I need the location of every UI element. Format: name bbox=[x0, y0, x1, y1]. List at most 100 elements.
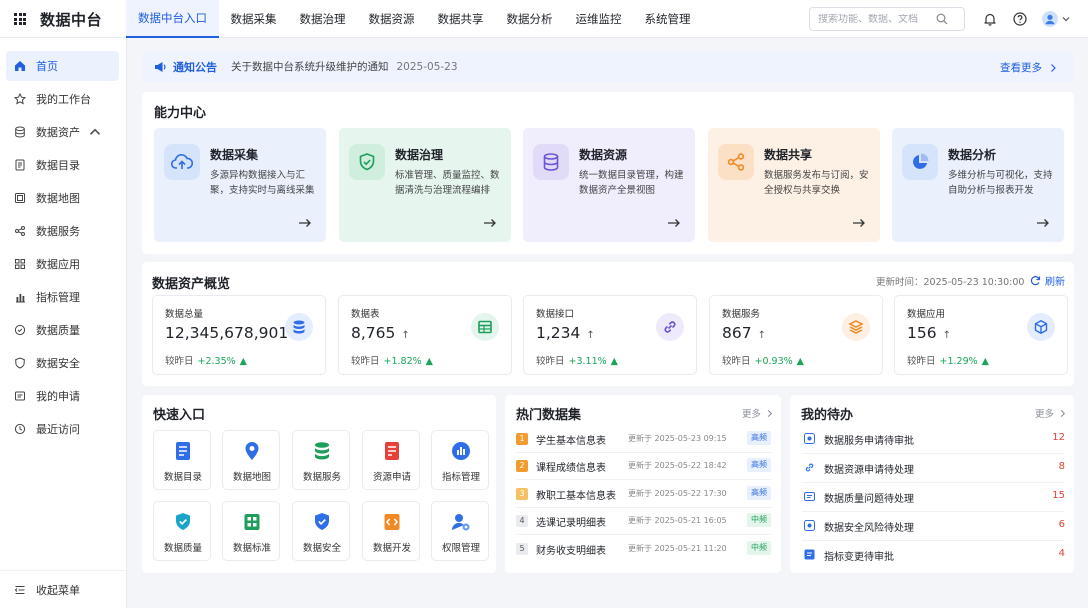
quick-metrics[interactable]: 指标管理 bbox=[431, 430, 489, 490]
hot-dataset-row[interactable]: 5 财务收支明细表 更新于 2025-05-21 11:20 中频 bbox=[516, 535, 771, 563]
quick-data-security[interactable]: 数据安全 bbox=[292, 501, 350, 561]
nav-ops-monitoring[interactable]: 运维监控 bbox=[564, 0, 633, 38]
todo-count: 4 bbox=[1058, 548, 1065, 559]
refresh-icon bbox=[1030, 276, 1041, 286]
sidebar-item-data-map[interactable]: 数据地图 bbox=[6, 183, 119, 213]
hot-dataset-row[interactable]: 2 课程成绩信息表 更新于 2025-05-22 18:42 高频 bbox=[516, 452, 771, 480]
help-icon[interactable] bbox=[1011, 10, 1029, 28]
sidebar-item-data-services[interactable]: 数据服务 bbox=[6, 216, 119, 246]
sidebar-item-my-requests[interactable]: 我的申请 bbox=[6, 381, 119, 411]
app-grid-icon[interactable] bbox=[14, 13, 26, 25]
link-icon bbox=[656, 313, 684, 341]
sidebar-item-workbench[interactable]: 我的工作台 bbox=[6, 84, 119, 114]
stat-card-services[interactable]: 数据服务 867 ↑ 较昨日 +0.93% ▲ bbox=[709, 295, 883, 375]
quick-data-standard[interactable]: 数据标准 bbox=[222, 501, 280, 561]
stat-label: 数据总量 bbox=[165, 309, 204, 320]
sidebar-item-data-apps[interactable]: 数据应用 bbox=[6, 249, 119, 279]
app-logo[interactable]: 数据中台 bbox=[14, 0, 102, 38]
arrow-right-icon[interactable] bbox=[483, 218, 497, 228]
todo-count: 12 bbox=[1052, 432, 1065, 443]
capability-card-analysis[interactable]: 数据分析 多维分析与可视化，支持自助分析与报表开发 bbox=[892, 128, 1064, 242]
stat-compare: 较昨日 +0.93% ▲ bbox=[722, 353, 804, 367]
capability-card-resources[interactable]: 数据资源 统一数据目录管理，构建数据资产全景视图 bbox=[523, 128, 695, 242]
search-input[interactable] bbox=[818, 13, 936, 25]
metric-change-icon bbox=[804, 549, 815, 560]
nav-data-analysis[interactable]: 数据分析 bbox=[495, 0, 564, 38]
stat-value: 1,234 ↑ bbox=[536, 324, 595, 342]
rank-badge: 3 bbox=[516, 488, 528, 500]
nav-data-sharing[interactable]: 数据共享 bbox=[426, 0, 495, 38]
stat-card-interfaces[interactable]: 数据接口 1,234 ↑ 较昨日 +3.11% ▲ bbox=[523, 295, 697, 375]
notice-text[interactable]: 关于数据中台系统升级维护的通知 bbox=[231, 59, 389, 74]
quick-data-map[interactable]: 数据地图 bbox=[222, 430, 280, 490]
quick-data-quality[interactable]: 数据质量 bbox=[153, 501, 211, 561]
rank-badge: 1 bbox=[516, 433, 528, 445]
sidebar-item-home[interactable]: 首页 bbox=[6, 51, 119, 81]
capability-card-sharing[interactable]: 数据共享 数据服务发布与订阅，安全授权与共享交换 bbox=[708, 128, 880, 242]
dev-icon bbox=[382, 512, 402, 532]
apply-icon bbox=[382, 441, 402, 461]
sidebar-item-data-security[interactable]: 数据安全 bbox=[6, 348, 119, 378]
quick-entry-label: 数据安全 bbox=[302, 543, 341, 554]
sidebar-item-metrics[interactable]: 指标管理 bbox=[6, 282, 119, 312]
search-icon[interactable] bbox=[936, 13, 948, 25]
quick-data-catalog[interactable]: 数据目录 bbox=[153, 430, 211, 490]
nav-data-resources[interactable]: 数据资源 bbox=[357, 0, 426, 38]
todo-name: 数据安全风险待处理 bbox=[824, 523, 914, 534]
capability-card-collection[interactable]: 数据采集 多源异构数据接入与汇聚，支持实时与离线采集 bbox=[154, 128, 326, 242]
arrow-right-icon[interactable] bbox=[1036, 218, 1050, 228]
todo-row[interactable]: 数据服务申请待审批 12 bbox=[802, 425, 1065, 454]
nav-data-collection[interactable]: 数据采集 bbox=[219, 0, 288, 38]
todo-row[interactable]: 数据质量问题待处理 15 bbox=[802, 483, 1065, 512]
search-box[interactable] bbox=[809, 7, 965, 31]
sidebar-item-data-assets[interactable]: 数据资产 bbox=[6, 117, 119, 147]
todo-count: 8 bbox=[1058, 461, 1065, 472]
todo-row[interactable]: 数据资源申请待处理 8 bbox=[802, 454, 1065, 483]
update-time-value: 2025-05-23 10:30:00 bbox=[923, 277, 1025, 288]
notice-more-link[interactable]: 查看更多 bbox=[1000, 60, 1058, 75]
hot-dataset-row[interactable]: 4 选课记录明细表 更新于 2025-05-21 16:05 中频 bbox=[516, 507, 771, 535]
quick-resource-apply[interactable]: 资源申请 bbox=[362, 430, 420, 490]
rank-badge: 4 bbox=[516, 515, 528, 527]
chevron-right-icon bbox=[1060, 409, 1066, 417]
stat-compare: 较昨日 +1.29% ▲ bbox=[907, 353, 989, 367]
catalog-icon bbox=[15, 159, 25, 171]
sidebar-item-label: 数据应用 bbox=[36, 258, 80, 271]
avatar[interactable] bbox=[1041, 10, 1059, 28]
stat-label: 数据应用 bbox=[907, 309, 946, 320]
arrow-right-icon[interactable] bbox=[667, 218, 681, 228]
quick-data-dev[interactable]: 数据开发 bbox=[362, 501, 420, 561]
quick-data-services[interactable]: 数据服务 bbox=[292, 430, 350, 490]
refresh-button[interactable]: 刷新 bbox=[1030, 273, 1065, 288]
stat-card-total[interactable]: 数据总量 12,345,678,901条 较昨日+2.35%▲ bbox=[152, 295, 326, 375]
capability-card-governance[interactable]: 数据治理 标准管理、质量监控、数据清洗与治理流程编排 bbox=[339, 128, 511, 242]
hot-dataset-row[interactable]: 1 学生基本信息表 更新于 2025-05-23 09:15 高频 bbox=[516, 425, 771, 453]
arrow-right-icon[interactable] bbox=[298, 218, 312, 228]
hot-more-link[interactable]: 更多 bbox=[742, 406, 774, 420]
hot-dataset-row[interactable]: 3 教职工基本信息表 更新于 2025-05-22 17:30 高频 bbox=[516, 480, 771, 508]
sidebar-item-recent[interactable]: 最近访问 bbox=[6, 414, 119, 444]
bell-icon[interactable] bbox=[981, 10, 999, 28]
arrow-right-icon[interactable] bbox=[852, 218, 866, 228]
dataset-name: 选课记录明细表 bbox=[536, 518, 606, 529]
shield-icon bbox=[15, 357, 25, 369]
sidebar-item-data-catalog[interactable]: 数据目录 bbox=[6, 150, 119, 180]
sidebar-item-data-quality[interactable]: 数据质量 bbox=[6, 315, 119, 345]
nav-data-governance[interactable]: 数据治理 bbox=[288, 0, 357, 38]
nav-data-platform-entry[interactable]: 数据中台入口 bbox=[126, 0, 219, 38]
arrow-up-icon: ▲ bbox=[610, 356, 618, 367]
nav-system-management[interactable]: 系统管理 bbox=[633, 0, 702, 38]
todo-row[interactable]: 指标变更待审批 4 bbox=[802, 541, 1065, 570]
chevron-down-icon[interactable] bbox=[1061, 10, 1071, 28]
capability-desc: 数据服务发布与订阅，安全授权与共享交换 bbox=[764, 170, 869, 196]
todo-row[interactable]: 数据安全风险待处理 6 bbox=[802, 512, 1065, 541]
chevron-up-icon[interactable] bbox=[89, 126, 101, 138]
stat-card-tables[interactable]: 数据表 8,765 ↑ 较昨日 +1.82% ▲ bbox=[338, 295, 512, 375]
stat-unit: ↑ bbox=[586, 330, 595, 341]
todo-more-link[interactable]: 更多 bbox=[1035, 406, 1067, 420]
main-nav: 数据中台入口 数据采集 数据治理 数据资源 数据共享 数据分析 运维监控 系统管… bbox=[126, 0, 702, 38]
security-risk-icon bbox=[804, 520, 815, 531]
collapse-menu-button[interactable]: 收起菜单 bbox=[0, 570, 126, 608]
quick-permissions[interactable]: 权限管理 bbox=[431, 501, 489, 561]
stat-card-apps[interactable]: 数据应用 156 ↑ 较昨日 +1.29% ▲ bbox=[894, 295, 1068, 375]
